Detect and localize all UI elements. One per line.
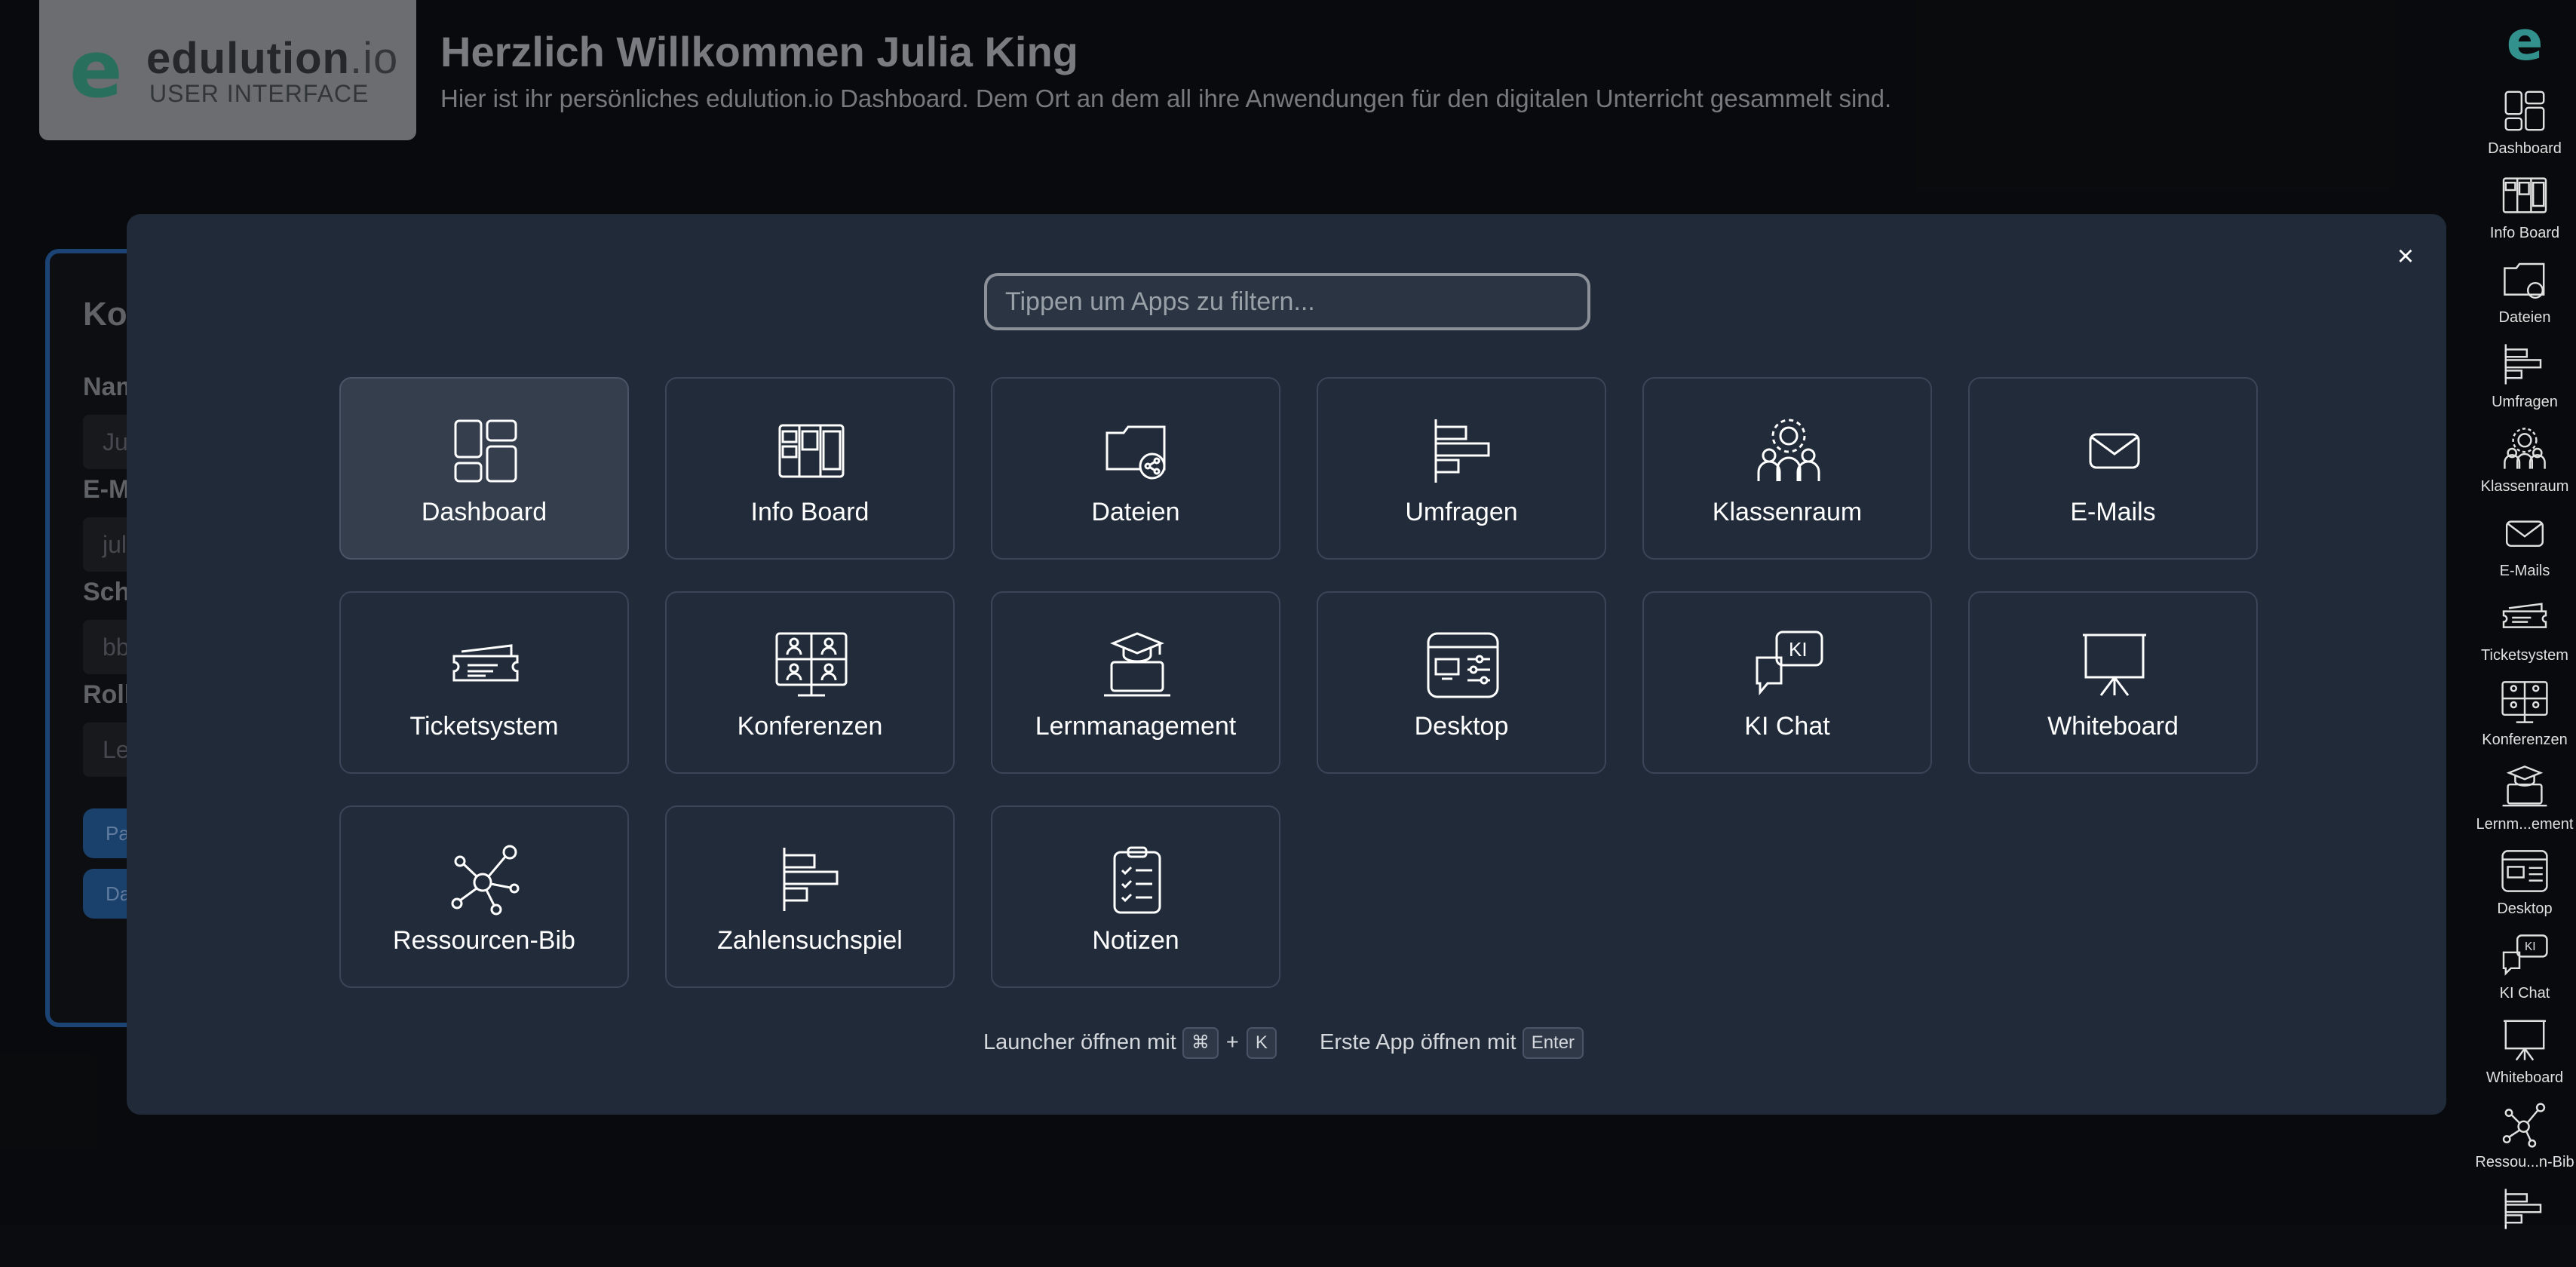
app-tile-label: Info Board xyxy=(750,498,869,526)
app-tile-label: Notizen xyxy=(1092,926,1179,955)
desktop-icon xyxy=(1427,632,1499,698)
classroom-icon xyxy=(1757,419,1820,481)
app-tile-ai-chat[interactable]: KI KI Chat xyxy=(1642,591,1932,774)
app-tile-label: Lernmanagement xyxy=(1035,712,1237,741)
app-tile-conference[interactable]: Konferenzen xyxy=(665,591,955,774)
app-tile-label: E-Mails xyxy=(2070,498,2156,526)
app-tile-label: Klassenraum xyxy=(1712,498,1863,526)
enter-key: Enter xyxy=(1522,1027,1584,1060)
k-key: K xyxy=(1246,1027,1277,1060)
app-tile-desktop[interactable]: Desktop xyxy=(1317,591,1606,774)
close-icon[interactable]: × xyxy=(2390,241,2421,272)
mail-icon xyxy=(2089,433,2140,469)
first-app-shortcut-hint: Erste App öffnen mit Enter xyxy=(1320,1026,1584,1060)
cmd-key: ⌘ xyxy=(1182,1027,1219,1060)
app-tile-notes[interactable]: Notizen xyxy=(991,805,1280,988)
app-tile-number-game[interactable]: Zahlensuchspiel xyxy=(665,805,955,988)
conference-icon xyxy=(775,632,848,697)
app-tile-dashboard[interactable]: Dashboard xyxy=(339,377,629,560)
app-tile-label: Desktop xyxy=(1414,712,1509,741)
app-tile-tickets[interactable]: Ticketsystem xyxy=(339,591,629,774)
app-tile-info-board[interactable]: Info Board xyxy=(665,377,955,560)
app-tile-label: Ticketsystem xyxy=(409,712,559,741)
app-tile-mail[interactable]: E-Mails xyxy=(1968,377,2258,560)
ai-chat-icon: KI xyxy=(1756,630,1823,696)
svg-text:KI: KI xyxy=(1789,638,1808,661)
files-icon xyxy=(1106,425,1166,480)
app-tile-surveys[interactable]: Umfragen xyxy=(1317,377,1606,560)
ticket-icon xyxy=(452,644,519,682)
app-tile-files[interactable]: Dateien xyxy=(991,377,1280,560)
app-filter-input[interactable] xyxy=(984,273,1590,330)
app-tile-label: Zahlensuchspiel xyxy=(717,926,903,955)
info-board-icon xyxy=(778,424,845,478)
whiteboard-icon xyxy=(2083,634,2146,696)
app-tile-label: Umfragen xyxy=(1405,498,1518,526)
learning-icon xyxy=(1104,632,1170,697)
app-tile-label: Whiteboard xyxy=(2047,712,2179,741)
dashboard-icon xyxy=(454,419,517,483)
app-tile-label: KI Chat xyxy=(1744,712,1830,741)
app-tile-label: Dateien xyxy=(1091,498,1180,526)
resources-icon xyxy=(451,845,520,916)
app-tile-label: Ressourcen-Bib xyxy=(393,926,575,955)
app-tile-classroom[interactable]: Klassenraum xyxy=(1642,377,1932,560)
notes-icon xyxy=(1113,846,1161,914)
app-tile-label: Dashboard xyxy=(421,498,547,526)
surveys-icon xyxy=(1434,419,1490,483)
app-tile-resources[interactable]: Ressourcen-Bib xyxy=(339,805,629,988)
app-tile-label: Konferenzen xyxy=(737,712,883,741)
app-tile-learning[interactable]: Lernmanagement xyxy=(991,591,1280,774)
app-tile-whiteboard[interactable]: Whiteboard xyxy=(1968,591,2258,774)
number-game-icon xyxy=(783,848,839,911)
launcher-shortcut-hint: Launcher öffnen mit ⌘ + K xyxy=(983,1026,1277,1060)
